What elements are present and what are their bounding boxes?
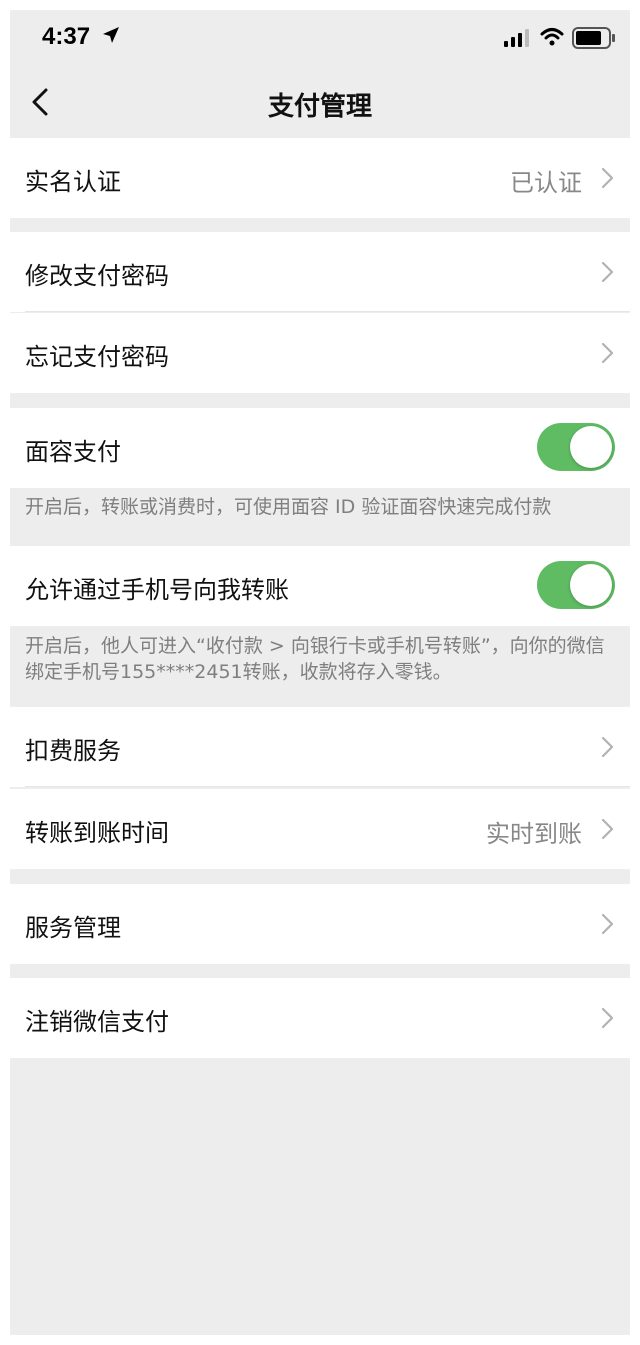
wifi-icon — [540, 28, 564, 46]
cell-label: 修改支付密码 — [25, 262, 169, 290]
cell-label: 扣费服务 — [25, 737, 121, 765]
phone-transfer-item: 允许通过手机号向我转账 — [10, 546, 630, 626]
phone-transfer-toggle[interactable] — [537, 561, 615, 609]
page-title: 支付管理 — [267, 92, 372, 122]
divider — [25, 786, 630, 787]
chevron-right-icon — [601, 167, 614, 189]
face-pay-note: 开启后，转账或消费时，可使用面容 ID 验证面容快速完成付款 — [25, 496, 552, 518]
cell-label: 面容支付 — [25, 438, 121, 466]
chevron-right-icon — [601, 818, 614, 840]
toggle-knob — [570, 426, 612, 468]
divider — [25, 311, 630, 312]
face-pay-item: 面容支付 — [10, 408, 630, 488]
chevron-right-icon — [601, 913, 614, 935]
payment-management-screen: 4:37 支付管理 实名认证 已认证 修改支付密码 忘记支付密码 面容支付 开启… — [10, 10, 630, 1335]
verification-status: 已认证 — [510, 169, 582, 197]
arrival-time-value: 实时到账 — [486, 820, 582, 848]
cell-label: 实名认证 — [25, 168, 121, 196]
chevron-right-icon — [601, 736, 614, 758]
chevron-right-icon — [601, 1007, 614, 1029]
chevron-right-icon — [601, 342, 614, 364]
status-time: 4:37 — [42, 23, 91, 50]
service-management-item[interactable]: 服务管理 — [10, 884, 630, 964]
cell-label: 忘记支付密码 — [25, 343, 169, 371]
cell-label: 注销微信支付 — [25, 1008, 169, 1036]
change-payment-password-item[interactable]: 修改支付密码 — [10, 232, 630, 312]
chevron-right-icon — [601, 261, 614, 283]
location-arrow-icon — [103, 27, 119, 43]
face-pay-toggle[interactable] — [537, 423, 615, 471]
signal-icon — [504, 29, 529, 47]
forgot-payment-password-item[interactable]: 忘记支付密码 — [10, 313, 630, 393]
cancel-wechat-pay-item[interactable]: 注销微信支付 — [10, 978, 630, 1058]
phone-transfer-note: 开启后，他人可进入“收付款 > 向银行卡或手机号转账”，向你的微信绑定手机号15… — [25, 635, 605, 683]
cell-label: 允许通过手机号向我转账 — [25, 576, 289, 604]
real-name-verification-item[interactable]: 实名认证 已认证 — [10, 138, 630, 218]
toggle-knob — [570, 564, 612, 606]
status-bar: 4:37 — [10, 10, 630, 70]
cell-label: 服务管理 — [25, 914, 121, 942]
transfer-arrival-time-item[interactable]: 转账到账时间 实时到账 — [10, 789, 630, 869]
deduction-service-item[interactable]: 扣费服务 — [10, 707, 630, 787]
battery-icon — [572, 27, 615, 49]
nav-bar: 支付管理 — [10, 70, 630, 138]
cell-label: 转账到账时间 — [25, 819, 169, 847]
